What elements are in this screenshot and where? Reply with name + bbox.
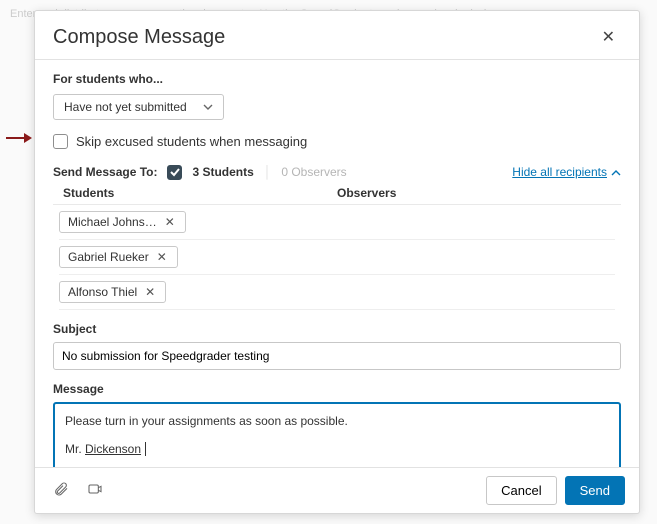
list-item: Michael Johns… ✕ bbox=[59, 205, 615, 240]
subject-input[interactable] bbox=[53, 342, 621, 370]
remove-recipient-button[interactable]: ✕ bbox=[143, 285, 157, 299]
compose-message-modal: Compose Message ✕ For students who... Ha… bbox=[34, 10, 640, 514]
send-to-row: Send Message To: 3 Students │ 0 Observer… bbox=[53, 165, 621, 180]
recipient-name: Alfonso Thiel bbox=[68, 285, 137, 299]
message-line2-prefix: Mr. bbox=[65, 442, 85, 456]
close-button[interactable]: ✕ bbox=[596, 25, 621, 49]
close-icon: ✕ bbox=[145, 285, 155, 299]
students-count: 3 Students bbox=[192, 165, 253, 179]
modal-footer: Cancel Send bbox=[35, 467, 639, 513]
paperclip-icon bbox=[53, 485, 69, 500]
observers-column-header: Observers bbox=[337, 186, 611, 200]
message-line1: Please turn in your assignments as soon … bbox=[65, 412, 609, 430]
skip-excused-row: Skip excused students when messaging bbox=[53, 134, 621, 149]
hide-recipients-link[interactable]: Hide all recipients bbox=[512, 165, 621, 179]
recipient-name: Michael Johns… bbox=[68, 215, 157, 229]
message-line2-name: Dickenson bbox=[85, 442, 141, 456]
observers-count: 0 Observers bbox=[281, 165, 346, 179]
recipient-name: Gabriel Rueker bbox=[68, 250, 149, 264]
attach-button[interactable] bbox=[49, 477, 73, 504]
send-button[interactable]: Send bbox=[565, 476, 625, 505]
close-icon: ✕ bbox=[157, 250, 167, 264]
send-to-label: Send Message To: bbox=[53, 165, 157, 179]
text-cursor bbox=[142, 442, 146, 456]
hide-recipients-label: Hide all recipients bbox=[512, 165, 607, 179]
chevron-down-icon bbox=[203, 104, 213, 110]
list-item: Gabriel Rueker ✕ bbox=[59, 240, 615, 275]
filter-label: For students who... bbox=[53, 72, 621, 86]
skip-excused-checkbox[interactable] bbox=[53, 134, 68, 149]
recipients-list: Michael Johns… ✕ Gabriel Rueker ✕ Alfons… bbox=[53, 205, 621, 310]
close-icon: ✕ bbox=[165, 215, 175, 229]
close-icon: ✕ bbox=[602, 29, 615, 46]
list-item: Alfonso Thiel ✕ bbox=[59, 275, 615, 310]
media-icon bbox=[87, 485, 103, 500]
skip-excused-label: Skip excused students when messaging bbox=[76, 134, 307, 149]
subject-label: Subject bbox=[53, 322, 621, 336]
message-line2: Mr. Dickenson bbox=[65, 440, 609, 458]
modal-header: Compose Message ✕ bbox=[35, 11, 639, 59]
modal-body: For students who... Have not yet submitt… bbox=[35, 60, 639, 467]
recipient-chip: Gabriel Rueker ✕ bbox=[59, 246, 178, 268]
remove-recipient-button[interactable]: ✕ bbox=[155, 250, 169, 264]
message-label: Message bbox=[53, 382, 621, 396]
recipient-chip: Michael Johns… ✕ bbox=[59, 211, 186, 233]
message-textarea[interactable]: Please turn in your assignments as soon … bbox=[53, 402, 621, 467]
students-checkbox[interactable] bbox=[167, 165, 182, 180]
cancel-button[interactable]: Cancel bbox=[486, 476, 556, 505]
recipient-chip: Alfonso Thiel ✕ bbox=[59, 281, 166, 303]
remove-recipient-button[interactable]: ✕ bbox=[163, 215, 177, 229]
media-button[interactable] bbox=[83, 477, 107, 504]
footer-icons bbox=[49, 477, 107, 504]
students-column-header: Students bbox=[63, 186, 337, 200]
vertical-divider: │ bbox=[264, 165, 272, 179]
callout-arrow bbox=[6, 132, 32, 144]
filter-selected-value: Have not yet submitted bbox=[64, 100, 187, 114]
recipients-columns-header: Students Observers bbox=[53, 186, 621, 205]
filter-select[interactable]: Have not yet submitted bbox=[53, 94, 224, 120]
chevron-up-icon bbox=[611, 165, 621, 179]
modal-title: Compose Message bbox=[53, 26, 225, 49]
